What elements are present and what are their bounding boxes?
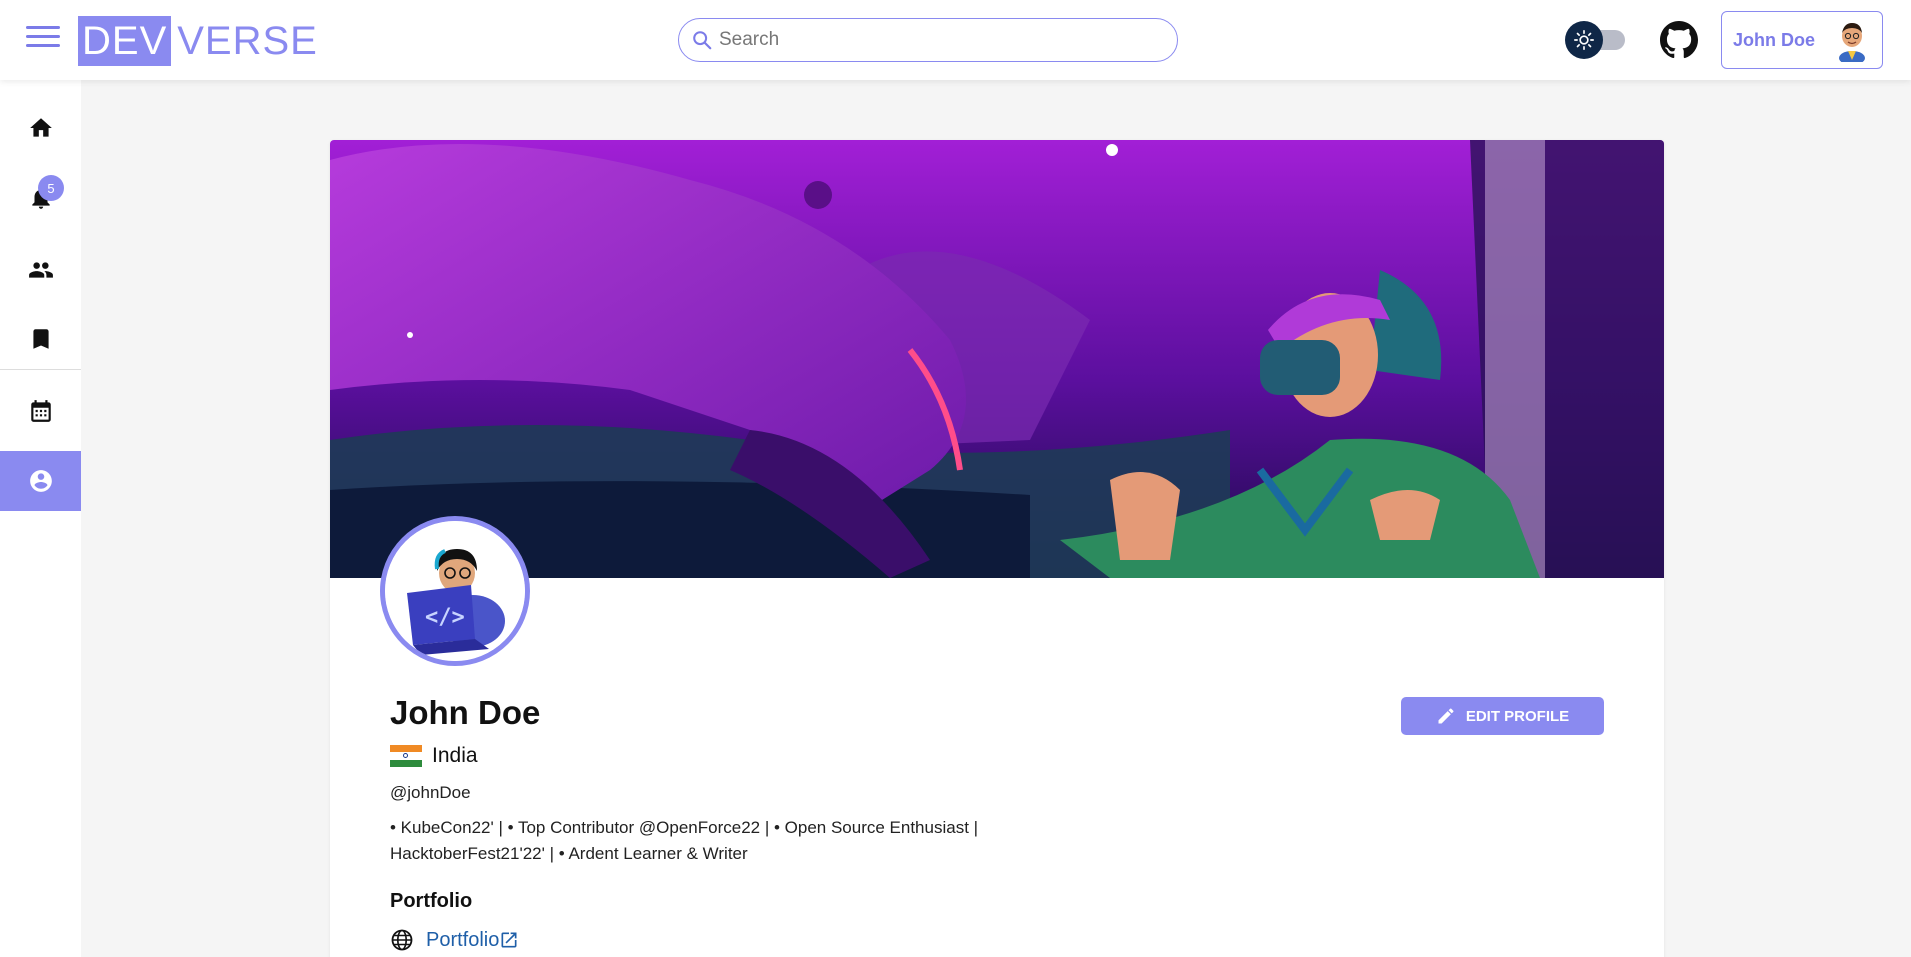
edit-profile-button[interactable]: EDIT PROFILE [1401,697,1604,735]
portfolio-heading: Portfolio [390,890,473,912]
india-flag-icon [390,745,422,767]
pencil-icon [1438,708,1454,724]
sidebar-item-notifications[interactable] [0,168,81,228]
account-circle-icon [29,470,52,492]
sidebar-item-bookmarks[interactable] [0,309,81,369]
profile-avatar: </> [380,516,530,666]
user-avatar [1839,23,1865,62]
search-icon [693,31,712,50]
logo-verse-text: VERSE [177,18,318,63]
sidebar-item-profile[interactable] [0,451,81,511]
search-input[interactable] [719,29,1159,51]
cover-image [330,140,1664,578]
portfolio-link-label: Portfolio [426,928,500,951]
sidebar-divider [0,369,81,370]
profile-name: John Doe [390,694,541,731]
sidebar-item-people[interactable] [0,240,81,300]
search-bar [678,18,1178,62]
menu-icon[interactable] [26,26,60,54]
portfolio-link[interactable]: Portfolio [426,929,519,952]
edit-profile-label: EDIT PROFILE [1465,707,1570,725]
sidebar: 5 [0,80,81,957]
bookmark-icon [32,329,49,349]
profile-handle: @johnDoe [390,783,471,802]
svg-text:</>: </> [425,605,465,630]
home-icon [29,118,52,137]
sun-icon [1565,21,1603,59]
github-icon[interactable] [1660,21,1698,59]
sidebar-item-home[interactable] [0,98,81,158]
portfolio-row: Portfolio [390,928,519,952]
logo-dev-text: DEV [78,16,172,66]
calendar-icon [30,400,51,422]
country-name: India [432,744,478,767]
user-menu-button[interactable]: John Doe [1721,11,1883,69]
logo[interactable]: DEV VERSE [78,16,318,66]
people-icon [28,262,53,278]
external-link-icon [501,932,517,948]
theme-toggle[interactable] [1565,21,1627,59]
user-name: John Doe [1733,29,1816,50]
top-bar: DEV VERSE John Doe [0,0,1911,80]
notification-count-badge: 5 [38,175,64,201]
profile-bio: • KubeCon22' | • Top Contributor @OpenFo… [390,818,979,863]
profile-country: India [390,744,478,768]
profile-card: </> John Doe India @johnDoe • KubeCon22'… [330,140,1664,957]
sidebar-item-events[interactable] [0,381,81,441]
globe-icon [391,929,413,951]
